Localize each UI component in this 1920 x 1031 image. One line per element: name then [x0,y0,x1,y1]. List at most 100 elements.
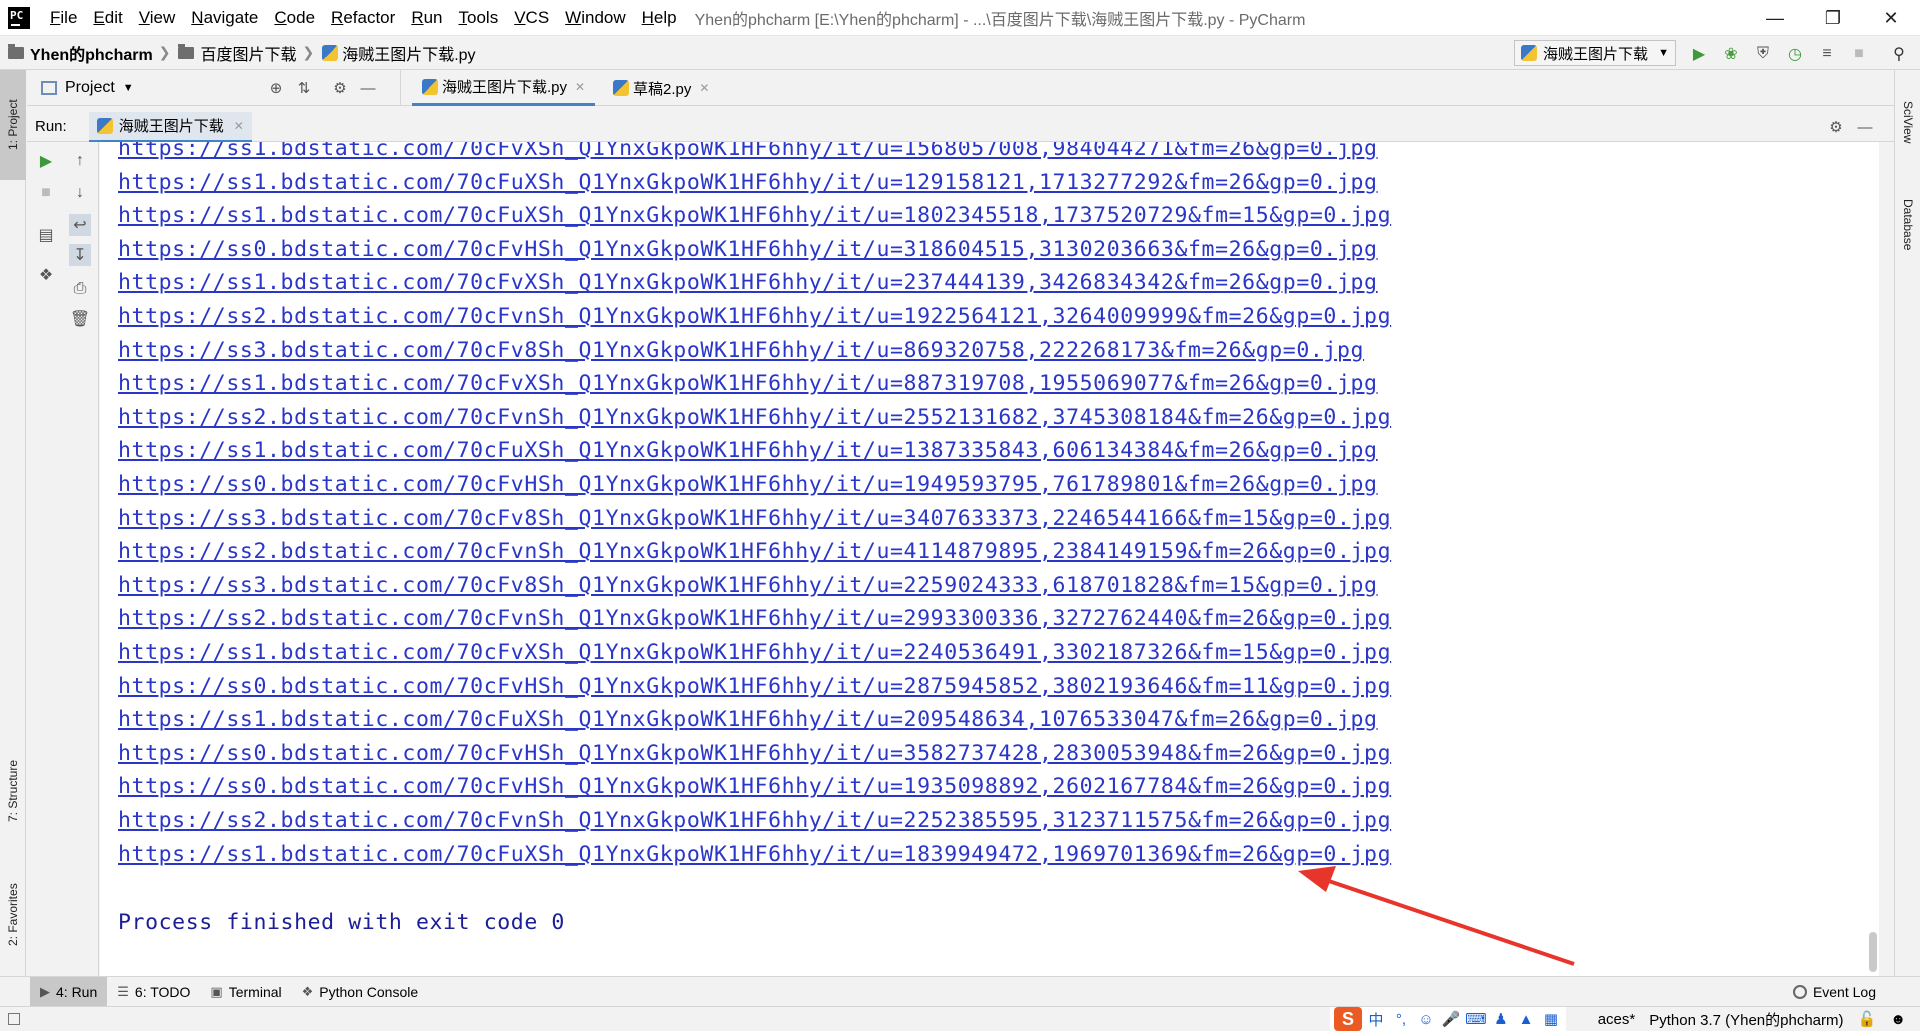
breadcrumb-file[interactable]: 海贼王图片下载.py [314,41,476,65]
search-icon[interactable]: ⚲ [1890,45,1908,63]
breadcrumb-project[interactable]: Yhen的phcharm ❯ [0,41,170,65]
menu-code[interactable]: Code [266,0,323,36]
run-tab[interactable]: 海贼王图片下载 ✕ [88,111,252,142]
console-url-line[interactable]: https://ss3.bdstatic.com/70cFv8Sh_Q1YnxG… [118,338,1364,363]
menu-view[interactable]: View [131,0,184,36]
console-url-line[interactable]: https://ss2.bdstatic.com/70cFvnSh_Q1YnxG… [118,539,1391,564]
arrow-up-icon[interactable]: ↑ [69,150,91,172]
gear-icon[interactable]: ⚙ [331,79,349,97]
menu-window[interactable]: Window [557,0,633,36]
event-log-button[interactable]: Event Log [1792,977,1876,1007]
profile-icon[interactable]: ◷ [1786,45,1804,63]
console-url-line[interactable]: https://ss2.bdstatic.com/70cFvnSh_Q1YnxG… [118,606,1391,631]
debug-icon[interactable]: ❀ [1722,45,1740,63]
lock-icon[interactable]: 🔓 [1858,1010,1877,1028]
console-url-line[interactable]: https://ss1.bdstatic.com/70cFuXSh_Q1YnxG… [118,203,1391,228]
close-icon[interactable]: ✕ [1862,0,1920,36]
console-url-line[interactable]: https://ss3.bdstatic.com/70cFv8Sh_Q1YnxG… [118,573,1378,598]
tool-tab-database[interactable]: Database [1895,180,1920,270]
console-scrollbar[interactable] [1869,932,1877,972]
status-partial-text: aces* [1597,1010,1636,1028]
console-url-line[interactable]: https://ss0.bdstatic.com/70cFvHSh_Q1YnxG… [118,237,1378,262]
inspector-icon[interactable]: ☻ [1890,1011,1906,1028]
bottom-tab-todo[interactable]: ☰ 6: TODO [107,977,200,1007]
tool-tab-structure[interactable]: 7: Structure [0,736,26,846]
menu-vcs[interactable]: VCS [506,0,557,36]
sogou-ime-logo-icon[interactable]: S [1334,1007,1362,1031]
microphone-icon[interactable]: 🎤 [1440,1008,1462,1030]
menu-file[interactable]: File [42,0,85,36]
console-url-line[interactable]: https://ss1.bdstatic.com/70cFuXSh_Q1YnxG… [118,170,1378,195]
breadcrumb-folder[interactable]: 百度图片下载 ❯ [170,41,314,65]
pin-icon[interactable]: ❖ [35,264,57,286]
skin-icon[interactable]: ▲ [1515,1008,1537,1030]
rerun-icon[interactable]: ▶ [35,150,57,172]
bottom-tab-python-console[interactable]: ❖ Python Console [292,977,429,1007]
console-url-line[interactable]: https://ss0.bdstatic.com/70cFvHSh_Q1YnxG… [118,741,1391,766]
breadcrumb-folder-label: 百度图片下载 [200,46,297,64]
tool-tab-favorites[interactable]: 2: Favorites [0,860,26,970]
menu-tools[interactable]: Tools [451,0,507,36]
event-log-icon [1792,985,1807,999]
tool-tab-project[interactable]: 1: Project [0,70,26,180]
menu-navigate[interactable]: Navigate [183,0,266,36]
emoji-icon[interactable]: ☺ [1415,1008,1437,1030]
console-url-line[interactable]: https://ss1.bdstatic.com/70cFvXSh_Q1YnxG… [118,270,1378,295]
bottom-tab-terminal[interactable]: ▣ Terminal [200,977,291,1007]
toolbox-icon[interactable]: ▦ [1540,1008,1562,1030]
minimize-icon[interactable]: — [1746,0,1804,36]
locate-icon[interactable]: ⊕ [267,79,285,97]
run-configuration-label: 海贼王图片下载 [1543,45,1649,63]
console-url-line[interactable]: https://ss0.bdstatic.com/70cFvHSh_Q1YnxG… [118,774,1391,799]
scroll-to-end-icon[interactable]: ↧ [69,244,91,266]
gear-icon[interactable]: ⚙ [1827,118,1845,136]
bottom-tab-run[interactable]: ▶ 4: Run [30,976,108,1007]
console-url-line[interactable]: https://ss1.bdstatic.com/70cFvXSh_Q1YnxG… [118,142,1378,161]
close-icon[interactable]: ✕ [575,80,585,94]
arrow-down-icon[interactable]: ↓ [69,182,91,204]
console-url-line[interactable]: https://ss1.bdstatic.com/70cFuXSh_Q1YnxG… [118,842,1391,867]
keyboard-icon[interactable]: ⌨ [1465,1008,1487,1030]
menu-help[interactable]: Help [634,0,685,36]
console-url-line[interactable]: https://ss2.bdstatic.com/70cFvnSh_Q1YnxG… [118,304,1391,329]
stop-icon[interactable]: ■ [1850,45,1868,63]
collapse-icon[interactable]: ⇅ [295,79,313,97]
console-url-line[interactable]: https://ss2.bdstatic.com/70cFvnSh_Q1YnxG… [118,405,1391,430]
restore-icon[interactable]: ❐ [1804,0,1862,36]
status-toggle-icon[interactable] [8,1012,20,1025]
project-panel-header[interactable]: Project ▼ ⊕ ⇅ ⚙ — [27,70,401,106]
console-url-line[interactable]: https://ss1.bdstatic.com/70cFvXSh_Q1YnxG… [118,371,1378,396]
stop-icon[interactable]: ■ [35,182,57,204]
console-url-line[interactable]: https://ss0.bdstatic.com/70cFvHSh_Q1YnxG… [118,472,1378,497]
print-icon[interactable]: ⎙ [69,278,91,300]
python-interpreter-status[interactable]: Python 3.7 (Yhen的phcharm) [1649,1009,1843,1030]
soft-wrap-icon[interactable]: ↩ [69,214,91,236]
console-url-line[interactable]: https://ss3.bdstatic.com/70cFv8Sh_Q1YnxG… [118,506,1391,531]
hide-icon[interactable]: — [359,79,377,97]
console-url-line[interactable]: https://ss1.bdstatic.com/70cFvXSh_Q1YnxG… [118,640,1391,665]
editor-tab-file-1[interactable]: 海贼王图片下载.py ✕ [412,70,596,106]
concurrency-icon[interactable]: ≡ [1818,45,1836,63]
navigation-bar: Yhen的phcharm ❯ 百度图片下载 ❯ 海贼王图片下载.py 海贼王图片… [0,36,1920,70]
menu-refactor[interactable]: Refactor [323,0,403,36]
punctuation-icon[interactable]: °, [1390,1008,1412,1030]
menu-run[interactable]: Run [403,0,450,36]
run-icon[interactable]: ▶ [1690,45,1708,63]
console-url-line[interactable]: https://ss1.bdstatic.com/70cFuXSh_Q1YnxG… [118,438,1378,463]
console-url-line[interactable]: https://ss1.bdstatic.com/70cFuXSh_Q1YnxG… [118,707,1378,732]
ime-language-toggle[interactable]: 中 [1365,1008,1387,1030]
close-icon[interactable]: ✕ [699,81,709,95]
run-configuration-select[interactable]: 海贼王图片下载 ▼ [1514,40,1676,66]
console-url-line[interactable]: https://ss0.bdstatic.com/70cFvHSh_Q1YnxG… [118,674,1391,699]
console-output[interactable]: https://ss1.bdstatic.com/70cFvXSh_Q1YnxG… [100,142,1879,976]
coverage-icon[interactable]: ⛨ [1754,45,1772,63]
console-url-line[interactable]: https://ss2.bdstatic.com/70cFvnSh_Q1YnxG… [118,808,1391,833]
tool-tab-sciview[interactable]: SciView [1895,82,1920,162]
menu-edit[interactable]: Edit [85,0,130,36]
layout-icon[interactable]: ▤ [35,224,57,246]
close-icon[interactable]: ✕ [234,119,244,133]
editor-tab-file-2[interactable]: 草稿2.py ✕ [603,70,719,106]
trash-icon[interactable]: 🗑 [69,308,91,330]
hide-icon[interactable]: — [1856,118,1874,136]
user-icon[interactable]: ♟ [1490,1008,1512,1030]
